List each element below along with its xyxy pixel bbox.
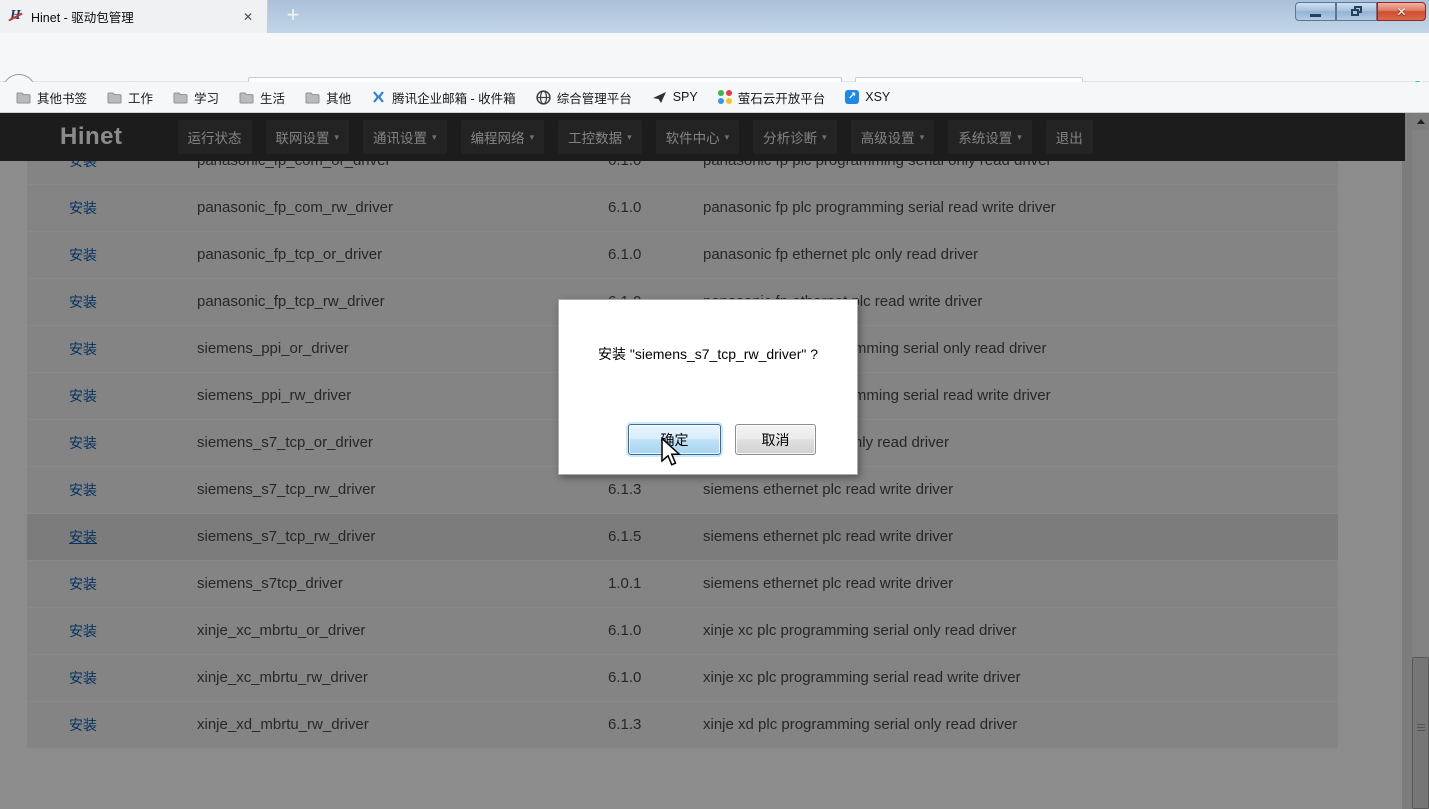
bookmark-label: 工作 bbox=[128, 88, 153, 107]
folder-icon bbox=[107, 91, 122, 104]
window-controls: ✕ bbox=[1295, 2, 1426, 21]
folder-icon bbox=[305, 91, 320, 104]
color-dots-icon bbox=[718, 90, 732, 104]
bookmark-label: 其他书签 bbox=[37, 88, 87, 107]
bookmark-item[interactable]: SPY bbox=[647, 87, 703, 107]
bookmark-item[interactable]: 萤石云开放平台 bbox=[713, 85, 831, 110]
bookmark-item[interactable]: 学习 bbox=[168, 85, 224, 110]
bookmark-item[interactable]: 生活 bbox=[234, 85, 290, 110]
new-tab-button[interactable]: + bbox=[276, 0, 310, 33]
bookmark-item[interactable]: 其他书签 bbox=[11, 85, 92, 110]
confirm-dialog: 安装 "siemens_s7_tcp_rw_driver" ? 确定 取消 bbox=[558, 299, 858, 475]
browser-toolbar: 192.168.9.99/cgi-bin/luci/;stok=489fe39e… bbox=[0, 33, 1429, 82]
bookmark-label: 其他 bbox=[326, 88, 351, 107]
bookmark-label: 生活 bbox=[260, 88, 285, 107]
tab-title: Hinet - 驱动包管理 bbox=[31, 7, 237, 26]
browser-tab[interactable]: H Hinet - 驱动包管理 ✕ bbox=[0, 0, 268, 33]
window-close-button[interactable]: ✕ bbox=[1377, 2, 1426, 21]
restore-button[interactable] bbox=[1336, 2, 1377, 21]
bookmark-label: 综合管理平台 bbox=[557, 88, 632, 107]
hinet-favicon-icon: H bbox=[8, 9, 24, 25]
mouse-cursor bbox=[660, 437, 682, 467]
bookmark-item[interactable]: 工作 bbox=[102, 85, 158, 110]
bookmark-item[interactable]: 其他 bbox=[300, 85, 356, 110]
tencent-mail-icon bbox=[371, 90, 386, 104]
bookmark-item[interactable]: 综合管理平台 bbox=[531, 85, 637, 110]
bookmark-label: SPY bbox=[673, 90, 698, 104]
bookmark-label: 萤石云开放平台 bbox=[738, 88, 826, 107]
folder-icon bbox=[16, 91, 31, 104]
bookmark-label: 腾讯企业邮箱 - 收件箱 bbox=[392, 88, 516, 107]
folder-icon bbox=[173, 91, 188, 104]
bookmark-label: XSY bbox=[865, 90, 890, 104]
dialog-message: 安装 "siemens_s7_tcp_rw_driver" ? bbox=[559, 344, 857, 364]
globe-icon bbox=[536, 90, 551, 105]
arrow-app-icon: ↗ bbox=[845, 90, 859, 104]
folder-icon bbox=[239, 91, 254, 104]
bookmark-label: 学习 bbox=[194, 88, 219, 107]
bookmarks-bar: 其他书签 工作 学习 生活 其他 腾讯企业邮箱 - 收件箱 综合管理平台 SPY 萤石云开放平台… bbox=[0, 82, 1429, 113]
bookmark-item[interactable]: 腾讯企业邮箱 - 收件箱 bbox=[366, 85, 521, 110]
window-titlebar: H Hinet - 驱动包管理 ✕ + ✕ bbox=[0, 0, 1429, 33]
cancel-button[interactable]: 取消 bbox=[735, 424, 816, 455]
bookmark-item[interactable]: ↗ XSY bbox=[840, 87, 895, 107]
tab-close-icon[interactable]: ✕ bbox=[237, 8, 259, 26]
paper-plane-icon bbox=[652, 91, 667, 104]
minimize-button[interactable] bbox=[1295, 2, 1336, 21]
